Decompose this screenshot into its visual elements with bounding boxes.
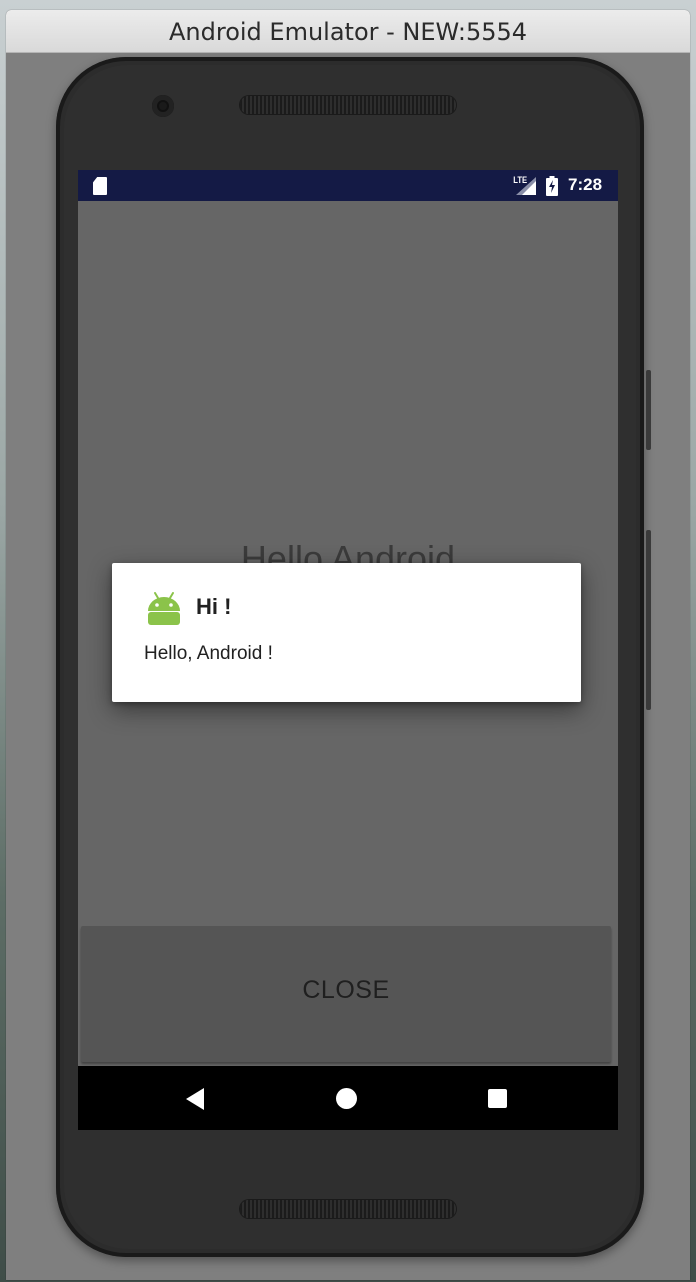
close-button[interactable]: CLOSE <box>81 926 611 1062</box>
earpiece-speaker <box>240 96 456 114</box>
window-titlebar[interactable]: Android Emulator - NEW:5554 <box>6 10 690 53</box>
navigation-bar <box>78 1066 618 1130</box>
bottom-speaker <box>240 1200 456 1218</box>
emulator-window: Android Emulator - NEW:5554 LTE 7:28 Hel… <box>6 10 690 1280</box>
status-bar: LTE 7:28 <box>78 170 618 201</box>
power-button[interactable] <box>646 530 651 710</box>
front-camera <box>152 95 174 117</box>
back-icon[interactable] <box>184 1087 206 1111</box>
android-icon <box>148 592 180 625</box>
signal-icon <box>516 177 536 195</box>
home-icon[interactable] <box>336 1088 357 1109</box>
battery-charging-icon <box>546 176 558 196</box>
close-button-label: CLOSE <box>302 976 390 1004</box>
window-title: Android Emulator - NEW:5554 <box>168 18 528 46</box>
alert-dialog: Hi ! Hello, Android ! <box>112 563 581 702</box>
status-clock: 7:28 <box>568 175 603 194</box>
dialog-message: Hello, Android ! <box>144 643 273 664</box>
dialog-title: Hi ! <box>196 594 232 619</box>
sd-card-icon <box>93 177 107 195</box>
recents-icon[interactable] <box>488 1089 507 1108</box>
volume-button[interactable] <box>646 370 651 450</box>
